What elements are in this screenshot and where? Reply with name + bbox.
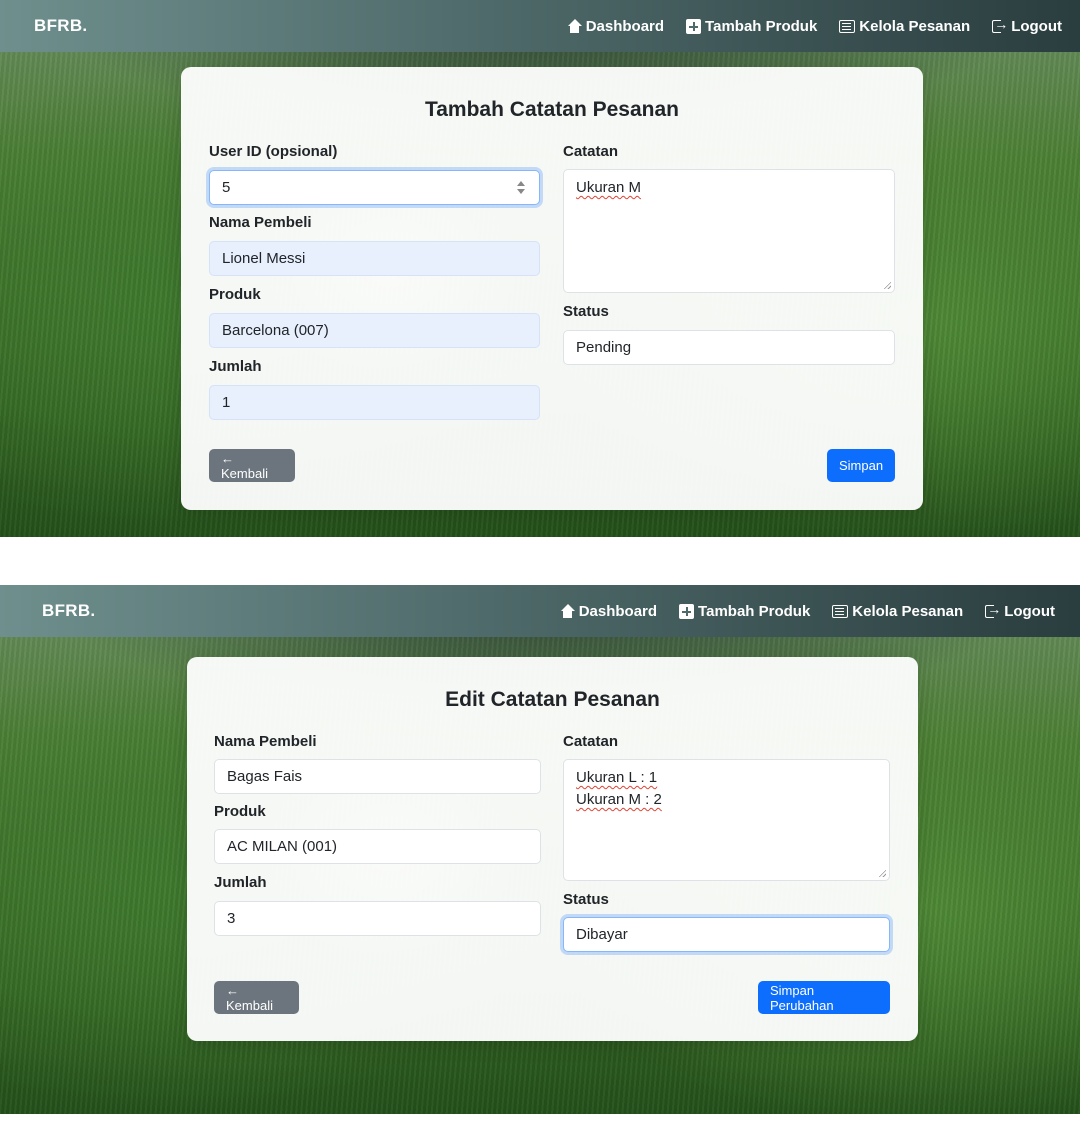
buyer-name-label: Nama Pembeli <box>214 733 317 750</box>
notes-label: Catatan <box>563 143 619 160</box>
logout-icon <box>985 601 1001 618</box>
back-button[interactable]: ← Kembali <box>209 449 295 482</box>
nav-logout-label: Logout <box>1004 602 1055 620</box>
logout-icon <box>992 16 1008 33</box>
status-input[interactable]: Pending <box>563 330 895 365</box>
plus-square-icon <box>679 603 695 619</box>
save-button[interactable]: Simpan <box>827 449 895 482</box>
notes-textarea[interactable]: Ukuran M <box>563 169 895 293</box>
house-icon <box>560 603 575 619</box>
house-icon <box>567 18 582 34</box>
quantity-label: Jumlah <box>214 874 267 891</box>
navbar: BFRB. Dashboard Tambah Produk Kelola Pes… <box>0 0 1080 52</box>
page-title: Edit Catatan Pesanan <box>445 688 660 711</box>
nav-menu: Dashboard Tambah Produk Kelola Pesanan L… <box>560 601 1055 620</box>
status-label: Status <box>563 303 609 320</box>
notes-line: Ukuran M : 2 <box>576 789 877 811</box>
nav-kelola-pesanan-label: Kelola Pesanan <box>852 602 964 620</box>
resize-handle-icon[interactable] <box>883 281 891 289</box>
user-id-value: 5 <box>222 179 231 196</box>
navbar: BFRB. Dashboard Tambah Produk Kelola Pes… <box>0 585 1080 637</box>
notes-line-text: Ukuran L : 1 <box>576 769 658 786</box>
buyer-name-label: Nama Pembeli <box>209 214 312 231</box>
number-spinner-icon[interactable] <box>517 180 525 196</box>
notes-line: Ukuran L : 1 <box>576 767 877 789</box>
nav-logout[interactable]: Logout <box>985 601 1055 620</box>
nav-logout-label: Logout <box>1011 17 1062 35</box>
status-input[interactable]: Dibayar <box>563 917 890 952</box>
nav-tambah-produk-label: Tambah Produk <box>698 602 811 620</box>
notes-line-text: Ukuran M <box>576 179 642 196</box>
product-label: Produk <box>209 286 261 303</box>
notes-label: Catatan <box>563 733 619 750</box>
nav-kelola-pesanan-label: Kelola Pesanan <box>859 17 971 35</box>
nav-dashboard-label: Dashboard <box>578 602 658 620</box>
save-changes-button[interactable]: Simpan Perubahan <box>758 981 890 1014</box>
nav-dashboard[interactable]: Dashboard <box>567 18 664 35</box>
nav-dashboard-label: Dashboard <box>585 17 665 35</box>
user-id-input[interactable]: 5 <box>209 170 540 205</box>
nav-menu: Dashboard Tambah Produk Kelola Pesanan L… <box>567 16 1062 35</box>
product-input[interactable]: Barcelona (007) <box>209 313 540 348</box>
list-icon <box>832 604 849 618</box>
status-label: Status <box>563 891 609 908</box>
nav-tambah-produk-label: Tambah Produk <box>705 17 818 35</box>
notes-line: Ukuran M <box>576 177 882 199</box>
nav-dashboard[interactable]: Dashboard <box>560 603 657 620</box>
product-input[interactable]: AC MILAN (001) <box>214 829 541 864</box>
back-button[interactable]: ← Kembali <box>214 981 299 1014</box>
page-title: Tambah Catatan Pesanan <box>424 98 680 121</box>
nav-kelola-pesanan[interactable]: Kelola Pesanan <box>839 18 970 35</box>
quantity-label: Jumlah <box>209 358 262 375</box>
quantity-input[interactable]: 1 <box>209 385 540 420</box>
plus-square-icon <box>686 18 702 34</box>
nav-tambah-produk[interactable]: Tambah Produk <box>686 18 817 35</box>
product-label: Produk <box>214 803 266 820</box>
nav-tambah-produk[interactable]: Tambah Produk <box>679 603 810 620</box>
nav-logout[interactable]: Logout <box>992 16 1062 35</box>
user-id-label: User ID (opsional) <box>209 143 338 160</box>
buyer-name-input[interactable]: Bagas Fais <box>214 759 541 794</box>
buyer-name-input[interactable]: Lionel Messi <box>209 241 540 276</box>
add-order-card: Tambah Catatan Pesanan User ID (opsional… <box>181 67 923 510</box>
quantity-input[interactable]: 3 <box>214 901 541 936</box>
brand-logo[interactable]: BFRB. <box>42 601 95 621</box>
nav-kelola-pesanan[interactable]: Kelola Pesanan <box>832 603 963 620</box>
notes-textarea[interactable]: Ukuran L : 1 Ukuran M : 2 <box>563 759 890 881</box>
notes-line-text: Ukuran M : 2 <box>576 791 662 808</box>
edit-order-screen: BFRB. Dashboard Tambah Produk Kelola Pes… <box>0 585 1080 1114</box>
edit-order-card: Edit Catatan Pesanan Nama Pembeli Bagas … <box>187 657 918 1041</box>
brand-logo[interactable]: BFRB. <box>34 16 87 36</box>
add-order-screen: BFRB. Dashboard Tambah Produk Kelola Pes… <box>0 0 1080 537</box>
list-icon <box>839 19 856 33</box>
resize-handle-icon[interactable] <box>878 869 886 877</box>
